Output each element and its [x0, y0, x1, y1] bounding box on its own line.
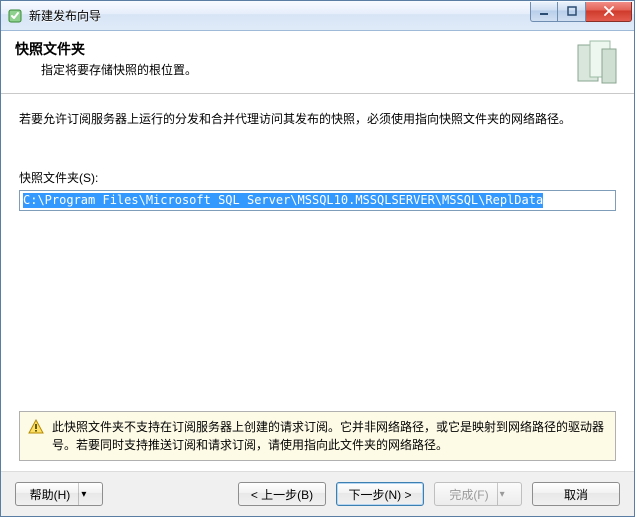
- chevron-down-icon: ▾: [78, 483, 88, 505]
- titlebar: 新建发布向导: [1, 1, 634, 31]
- header-graphic: [572, 39, 620, 87]
- warning-box: 此快照文件夹不支持在订阅服务器上创建的请求订阅。它并非网络路径，或它是映射到网络…: [19, 411, 616, 461]
- finish-button-label: 完成(F): [449, 486, 488, 503]
- back-button[interactable]: < 上一步(B): [238, 482, 326, 506]
- snapshot-folder-field-wrap: C:\Program Files\Microsoft SQL Server\MS…: [19, 190, 616, 211]
- page-title: 快照文件夹: [15, 39, 562, 59]
- header-texts: 快照文件夹 指定将要存储快照的根位置。: [15, 39, 562, 78]
- close-button[interactable]: [586, 2, 632, 22]
- maximize-button[interactable]: [558, 2, 586, 22]
- wizard-icon: [7, 8, 23, 24]
- next-button[interactable]: 下一步(N) >: [336, 482, 424, 506]
- chevron-down-icon: ▾: [497, 483, 507, 505]
- cancel-button[interactable]: 取消: [532, 482, 620, 506]
- window-controls: [530, 2, 632, 22]
- page-subtitle: 指定将要存储快照的根位置。: [15, 61, 562, 78]
- help-button[interactable]: 帮助(H) ▾: [15, 482, 103, 506]
- finish-button: 完成(F) ▾: [434, 482, 522, 506]
- wizard-window: 新建发布向导 快照文件夹 指定将要存储快照的根位置。: [0, 0, 635, 517]
- cancel-button-label: 取消: [564, 486, 588, 503]
- warning-text: 此快照文件夹不支持在订阅服务器上创建的请求订阅。它并非网络路径，或它是映射到网络…: [52, 418, 607, 454]
- window-title: 新建发布向导: [29, 7, 530, 24]
- warning-icon: [28, 419, 44, 435]
- warning-area: 此快照文件夹不支持在订阅服务器上创建的请求订阅。它并非网络路径，或它是映射到网络…: [19, 411, 616, 461]
- button-bar: 帮助(H) ▾ < 上一步(B) 下一步(N) > 完成(F) ▾ 取消: [1, 471, 634, 516]
- instruction-text: 若要允许订阅服务器上运行的分发和合并代理访问其发布的快照，必须使用指向快照文件夹…: [19, 110, 616, 129]
- snapshot-folder-input[interactable]: [19, 190, 616, 211]
- header-panel: 快照文件夹 指定将要存储快照的根位置。: [1, 31, 634, 94]
- content-area: 若要允许订阅服务器上运行的分发和合并代理访问其发布的快照，必须使用指向快照文件夹…: [1, 94, 634, 471]
- minimize-button[interactable]: [530, 2, 558, 22]
- help-button-label: 帮助(H): [30, 486, 71, 503]
- back-button-label: < 上一步(B): [251, 486, 313, 503]
- next-button-label: 下一步(N) >: [348, 486, 411, 503]
- snapshot-folder-label: 快照文件夹(S):: [19, 169, 616, 186]
